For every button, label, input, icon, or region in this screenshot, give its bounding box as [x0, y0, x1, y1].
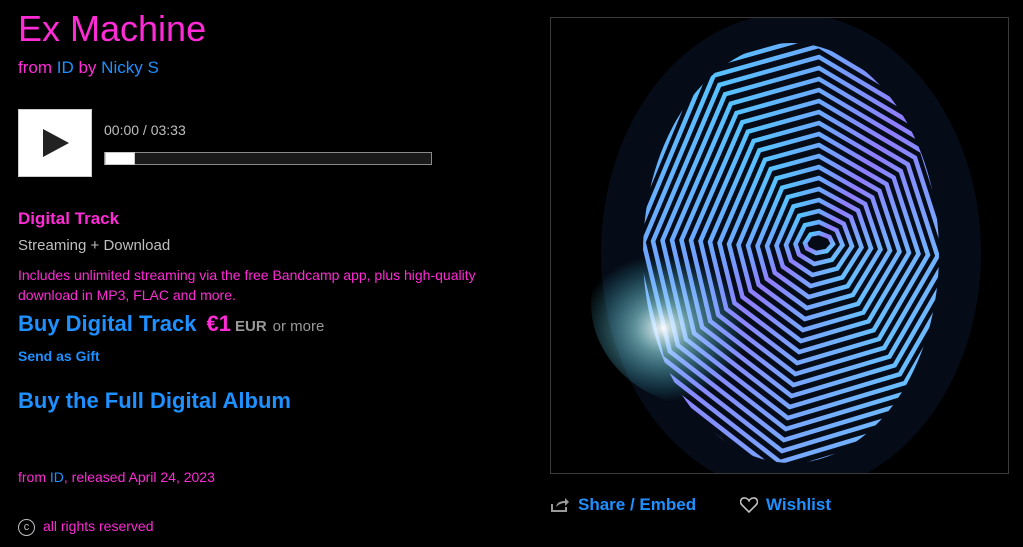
track-byline: from ID by Nicky S [18, 58, 159, 78]
progress-bar[interactable] [104, 152, 432, 165]
price: €1 [206, 311, 231, 336]
buy-digital-track-button[interactable]: Buy Digital Track [18, 311, 197, 336]
release-from-label: from [18, 469, 46, 485]
byline-from-label: from [18, 58, 52, 77]
buy-row: Buy Digital Track €1 EUR or more [18, 311, 324, 337]
track-title: Ex Machine [18, 8, 207, 49]
purchase-format: Streaming + Download [18, 237, 171, 254]
buy-full-album-button[interactable]: Buy the Full Digital Album [18, 388, 291, 414]
heart-icon [739, 497, 759, 514]
byline-by-label: by [78, 58, 97, 77]
progress-thumb[interactable] [105, 152, 135, 165]
artist-link[interactable]: Nicky S [101, 58, 159, 77]
release-date: , released April 24, 2023 [63, 469, 215, 485]
or-more-label: or more [272, 318, 325, 335]
album-art[interactable] [550, 17, 1009, 474]
wishlist-label: Wishlist [766, 495, 832, 514]
release-info: from ID, released April 24, 2023 [18, 469, 215, 485]
purchase-description: Includes unlimited streaming via the fre… [18, 267, 476, 303]
release-album-link[interactable]: ID [50, 469, 64, 485]
fingerprint-artwork [551, 18, 1008, 473]
play-button[interactable] [18, 109, 92, 177]
copyright-icon: c [18, 518, 35, 536]
wishlist-button[interactable]: Wishlist [739, 495, 832, 515]
rights-text: all rights reserved [43, 518, 154, 534]
album-link[interactable]: ID [57, 58, 74, 77]
play-icon [43, 129, 69, 157]
send-as-gift-button[interactable]: Send as Gift [18, 348, 100, 364]
track-page: Ex Machine from ID by Nicky S 00:00 / 03… [0, 0, 1023, 547]
currency: EUR [235, 318, 267, 335]
share-embed-button[interactable]: Share / Embed [550, 495, 696, 515]
playback-time: 00:00 / 03:33 [104, 122, 186, 138]
rights-notice: c all rights reserved [18, 518, 154, 536]
purchase-heading: Digital Track [18, 209, 120, 228]
share-icon [551, 498, 569, 512]
share-label: Share / Embed [578, 495, 697, 514]
